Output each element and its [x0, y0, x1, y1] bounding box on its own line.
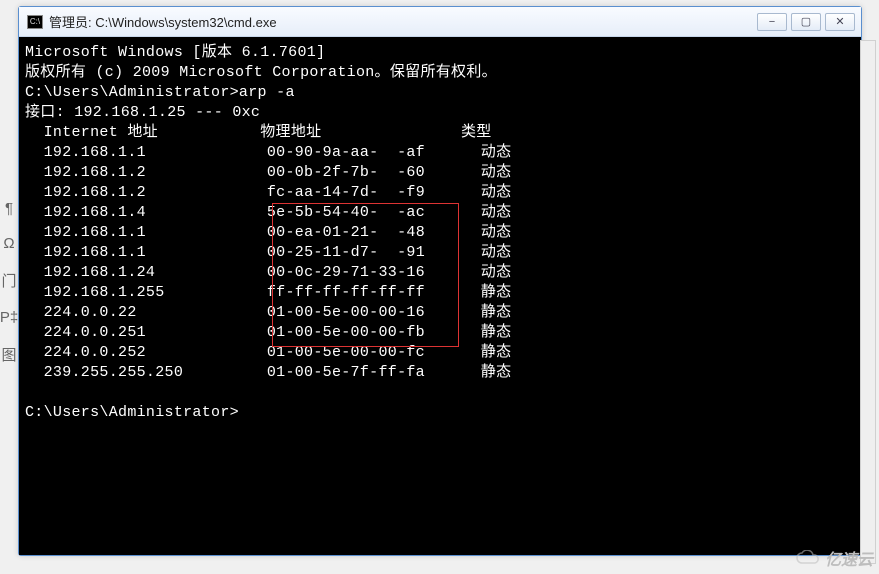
arp-row: 192.168.1.255 ff-ff-ff-ff-ff-ff 静态: [25, 283, 855, 303]
cloud-icon: [795, 550, 821, 566]
arp-header: Internet 地址 物理地址 类型: [25, 123, 855, 143]
console-output[interactable]: Microsoft Windows [版本 6.1.7601] 版权所有 (c)…: [19, 37, 861, 555]
cmd-icon: C:\: [27, 15, 43, 29]
copyright-line: 版权所有 (c) 2009 Microsoft Corporation。保留所有…: [25, 63, 855, 83]
cmd-window: C:\ 管理员: C:\Windows\system32\cmd.exe − ▢…: [18, 6, 862, 556]
door-icon: 门: [1, 270, 16, 291]
minimize-button[interactable]: −: [757, 13, 787, 31]
maximize-button[interactable]: ▢: [791, 13, 821, 31]
arp-row: 192.168.1.1 00-90-9a-aa- -af 动态: [25, 143, 855, 163]
blank: [25, 383, 855, 403]
interface-line: 接口: 192.168.1.25 --- 0xc: [25, 103, 855, 123]
titlebar[interactable]: C:\ 管理员: C:\Windows\system32\cmd.exe − ▢…: [19, 7, 861, 37]
prompt-idle: C:\Users\Administrator>: [25, 403, 855, 423]
omega-icon: Ω: [3, 235, 14, 252]
window-title: 管理员: C:\Windows\system32\cmd.exe: [49, 12, 277, 31]
arp-row: 192.168.1.2 00-0b-2f-7b- -60 动态: [25, 163, 855, 183]
prompt-arp-command: C:\Users\Administrator>arp -a: [25, 83, 855, 103]
host-page-toolbar: ¶ Ω 门 P‡ 图: [0, 60, 18, 365]
pilcrow-icon: ¶: [5, 200, 13, 217]
arp-row: 224.0.0.22 01-00-5e-00-00-16 静态: [25, 303, 855, 323]
p-icon: P‡: [0, 309, 18, 326]
arp-row: 192.168.1.1 00-ea-01-21- -48 动态: [25, 223, 855, 243]
arp-row: 224.0.0.252 01-00-5e-00-00-fc 静态: [25, 343, 855, 363]
host-scrollbar[interactable]: [860, 40, 876, 564]
arp-row: 192.168.1.2 fc-aa-14-7d- -f9 动态: [25, 183, 855, 203]
banner-line: Microsoft Windows [版本 6.1.7601]: [25, 43, 855, 63]
arp-row: 192.168.1.24 00-0c-29-71-33-16 动态: [25, 263, 855, 283]
image-icon: 图: [1, 344, 16, 365]
arp-row: 192.168.1.1 00-25-11-d7- -91 动态: [25, 243, 855, 263]
arp-row: 192.168.1.4 5e-5b-54-40- -ac 动态: [25, 203, 855, 223]
watermark: 亿速云: [795, 546, 873, 570]
close-button[interactable]: ✕: [825, 13, 855, 31]
arp-row: 239.255.255.250 01-00-5e-7f-ff-fa 静态: [25, 363, 855, 383]
arp-row: 224.0.0.251 01-00-5e-00-00-fb 静态: [25, 323, 855, 343]
